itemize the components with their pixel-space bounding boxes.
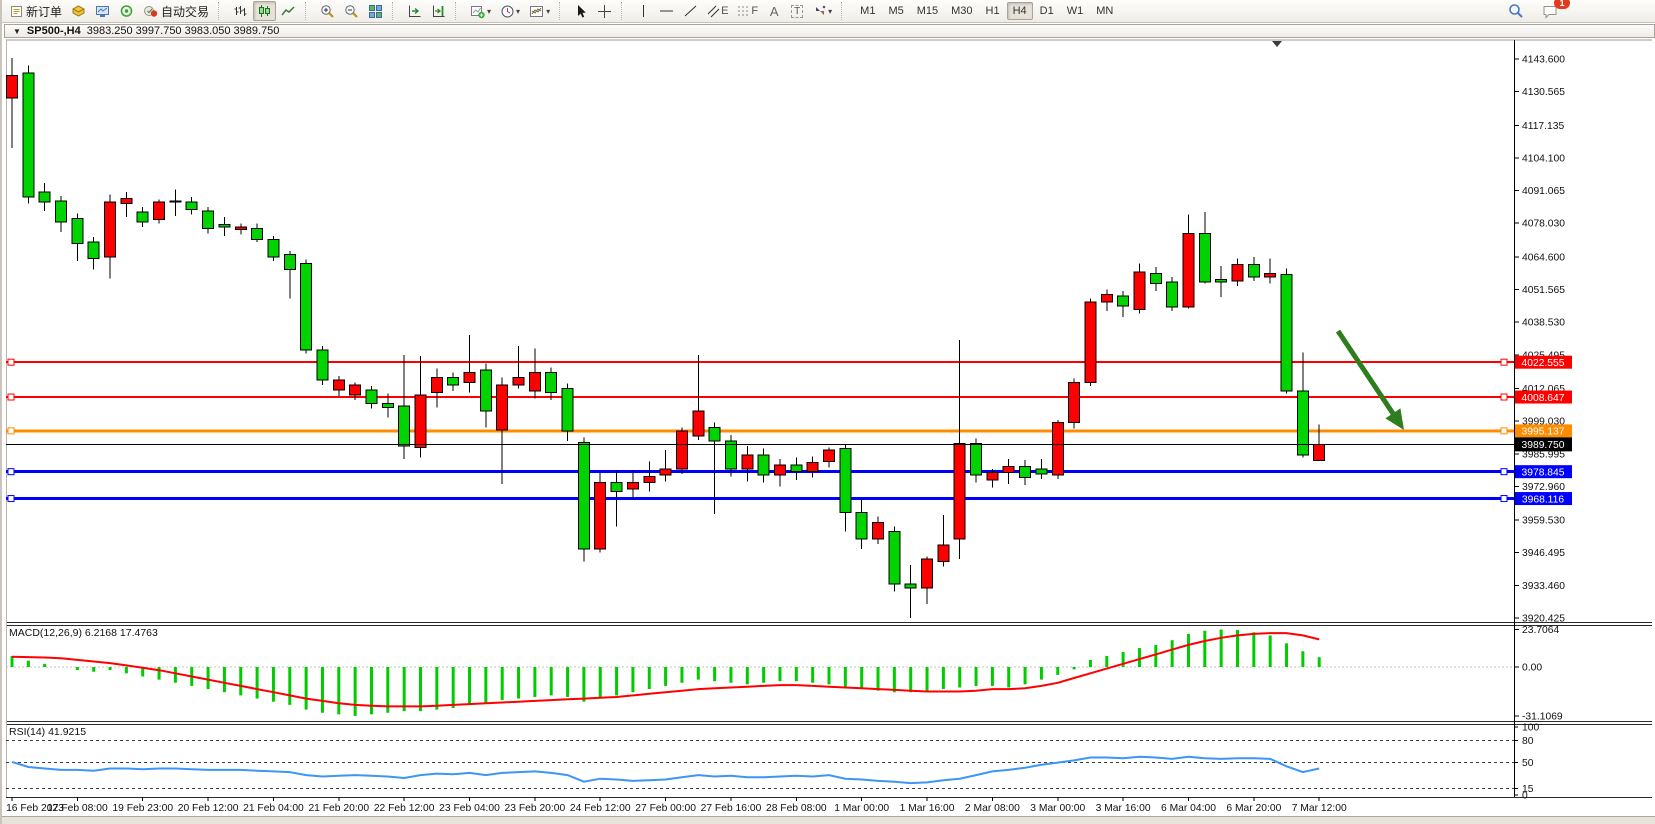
svg-text:100: 100 (1522, 723, 1539, 734)
svg-text:4130.565: 4130.565 (1522, 87, 1565, 98)
svg-text:21 Feb 20:00: 21 Feb 20:00 (308, 803, 369, 814)
time-axis: 16 Feb 202317 Feb 08:0019 Feb 23:0020 Fe… (6, 797, 1347, 814)
svg-text:3959.530: 3959.530 (1522, 516, 1565, 527)
svg-text:3968.116: 3968.116 (1522, 494, 1564, 505)
svg-text:22 Feb 12:00: 22 Feb 12:00 (374, 803, 435, 814)
mt4-window: 新订单 自动交易 (0, 0, 1655, 824)
svg-text:4078.030: 4078.030 (1522, 219, 1565, 230)
svg-text:4008.647: 4008.647 (1522, 393, 1565, 404)
svg-text:3 Mar 00:00: 3 Mar 00:00 (1030, 803, 1085, 814)
svg-text:23 Feb 04:00: 23 Feb 04:00 (439, 803, 500, 814)
svg-text:4143.600: 4143.600 (1522, 55, 1565, 66)
rsi-pane: 1008050150 (6, 723, 1539, 802)
svg-text:3978.845: 3978.845 (1522, 467, 1565, 478)
candles[interactable] (7, 58, 1325, 618)
svg-text:80: 80 (1522, 736, 1534, 747)
svg-text:-31.1069: -31.1069 (1522, 712, 1563, 723)
svg-text:3 Mar 16:00: 3 Mar 16:00 (1096, 803, 1151, 814)
svg-text:3995.137: 3995.137 (1522, 427, 1565, 438)
svg-text:23 Feb 20:00: 23 Feb 20:00 (505, 803, 566, 814)
svg-text:6 Mar 04:00: 6 Mar 04:00 (1161, 803, 1216, 814)
current-price-line: 3989.750 (6, 437, 1572, 451)
svg-text:1 Mar 00:00: 1 Mar 00:00 (834, 803, 889, 814)
svg-text:23.7064: 23.7064 (1522, 625, 1559, 636)
svg-text:50: 50 (1522, 758, 1534, 769)
svg-text:7 Mar 12:00: 7 Mar 12:00 (1292, 803, 1347, 814)
svg-text:3920.425: 3920.425 (1522, 613, 1565, 624)
svg-text:20 Feb 12:00: 20 Feb 12:00 (178, 803, 239, 814)
trend-arrow[interactable] (1338, 331, 1404, 430)
svg-text:3933.460: 3933.460 (1522, 581, 1565, 592)
svg-text:3946.495: 3946.495 (1522, 548, 1565, 559)
svg-text:28 Feb 08:00: 28 Feb 08:00 (766, 803, 827, 814)
svg-text:1 Mar 16:00: 1 Mar 16:00 (900, 803, 955, 814)
svg-text:4038.530: 4038.530 (1522, 318, 1565, 329)
svg-text:4051.565: 4051.565 (1522, 285, 1565, 296)
svg-text:6 Mar 20:00: 6 Mar 20:00 (1226, 803, 1281, 814)
svg-text:3972.960: 3972.960 (1522, 482, 1565, 493)
svg-text:24 Feb 12:00: 24 Feb 12:00 (570, 803, 631, 814)
svg-text:0: 0 (1522, 791, 1528, 802)
chart-shift-marker[interactable] (1272, 41, 1282, 47)
macd-indicator-label: MACD(12,26,9) 6.2168 17.4763 (9, 627, 158, 639)
macd-pane: 23.7064 0.00 -31.1069 (6, 625, 1563, 722)
chart-canvas[interactable]: 4143.600 4130.565 4117.135 4104.100 4091.065… (2, 0, 1655, 824)
svg-text:21 Feb 04:00: 21 Feb 04:00 (243, 803, 304, 814)
svg-text:19 Feb 23:00: 19 Feb 23:00 (112, 803, 173, 814)
svg-text:2 Mar 08:00: 2 Mar 08:00 (965, 803, 1020, 814)
svg-text:4104.100: 4104.100 (1522, 153, 1565, 164)
svg-text:27 Feb 00:00: 27 Feb 00:00 (635, 803, 696, 814)
svg-text:4022.555: 4022.555 (1522, 358, 1565, 369)
svg-text:17 Feb 08:00: 17 Feb 08:00 (47, 803, 108, 814)
svg-text:0.00: 0.00 (1522, 663, 1542, 674)
price-axis: 4143.600 4130.565 4117.135 4104.100 4091.065… (1514, 55, 1565, 625)
rsi-indicator-label: RSI(14) 41.9215 (9, 726, 86, 738)
svg-text:3989.750: 3989.750 (1522, 440, 1565, 451)
svg-text:4091.065: 4091.065 (1522, 186, 1565, 197)
horizontal-lines[interactable]: 4022.555 4008.647 3995.137 3978.845 3968.116 (6, 356, 1572, 506)
svg-text:4117.135: 4117.135 (1522, 121, 1564, 132)
svg-text:4064.600: 4064.600 (1522, 252, 1565, 263)
svg-text:27 Feb 16:00: 27 Feb 16:00 (701, 803, 762, 814)
